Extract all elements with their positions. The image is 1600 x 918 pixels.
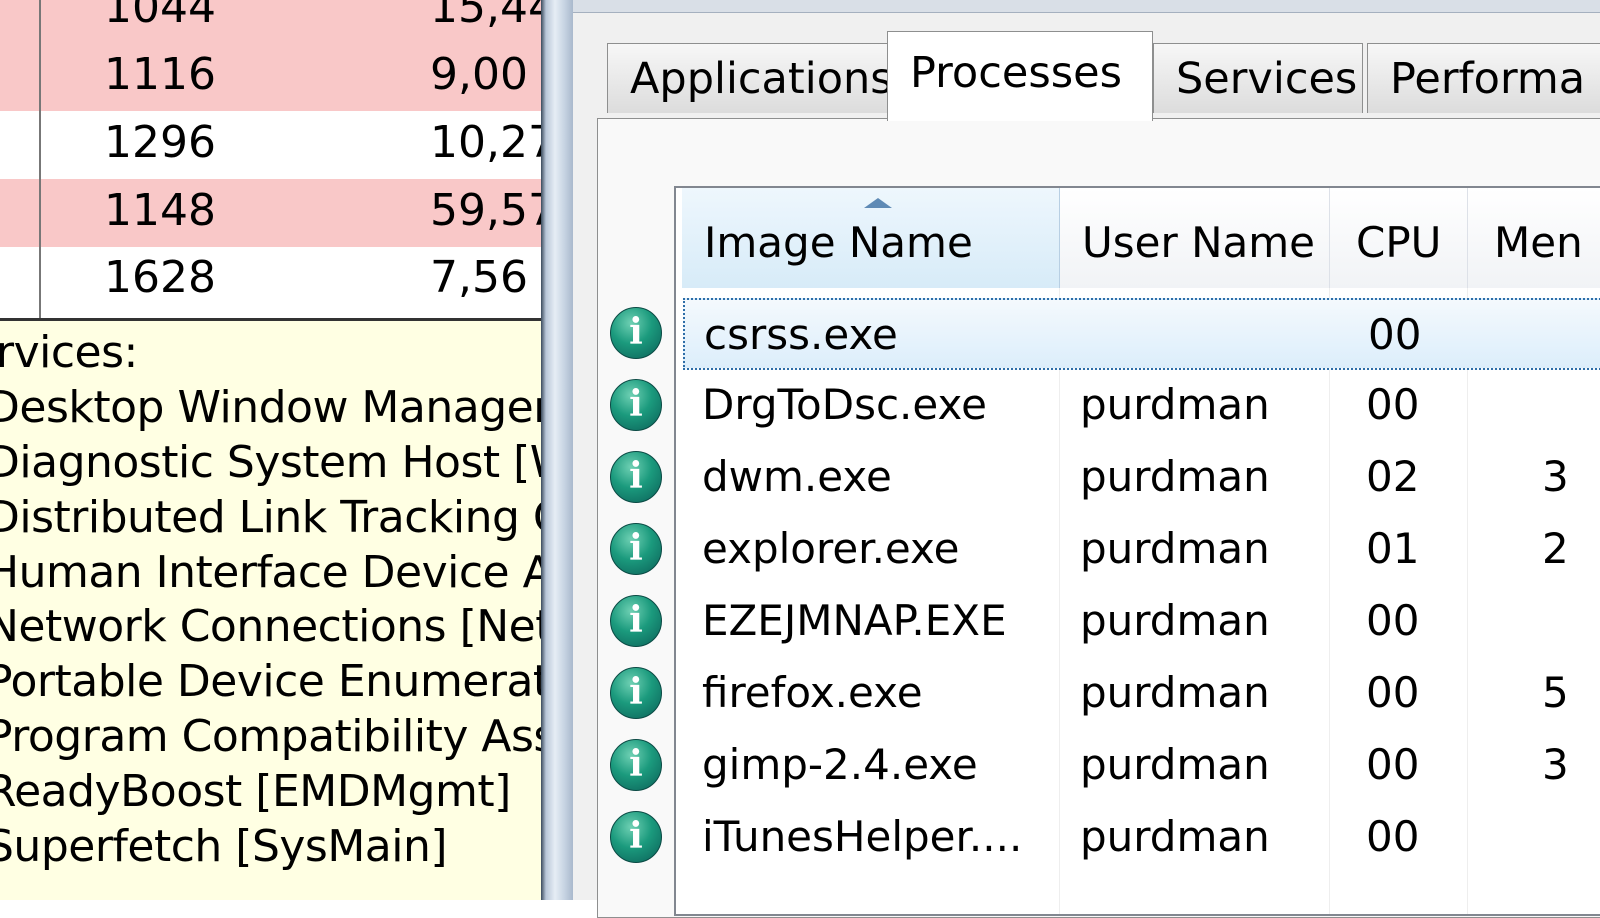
process-image-name: firefox.exe <box>702 668 923 717</box>
tooltip-line: Diagnostic System Host [Wd <box>0 437 553 488</box>
process-cpu: 00 <box>1366 812 1420 861</box>
background-window: 1044 15,44 1116 9,00 1296 10,27 1148 59,… <box>0 0 553 900</box>
list-item[interactable]: 1116 9,00 <box>0 43 553 111</box>
process-user-name: purdman <box>1080 452 1270 501</box>
pid-value: 1044 <box>104 0 216 33</box>
list-item[interactable]: 1148 59,57 <box>0 179 553 247</box>
process-cpu: 00 <box>1366 380 1420 429</box>
info-icon: i <box>610 307 662 359</box>
column-header-label: CPU <box>1356 218 1442 267</box>
info-icon: i <box>610 451 662 503</box>
info-icon: i <box>610 523 662 575</box>
memory-value: 15,44 <box>430 0 553 33</box>
window-frame-border <box>541 0 573 900</box>
info-icon: i <box>610 667 662 719</box>
column-header-cpu[interactable]: CPU <box>1330 188 1468 288</box>
list-item[interactable]: 1296 10,27 <box>0 111 553 179</box>
process-user-name: purdman <box>1080 740 1270 789</box>
list-item[interactable]: 1044 15,44 <box>0 0 553 44</box>
process-memory: 2 <box>1542 524 1569 573</box>
process-memory: 3 <box>1542 452 1569 501</box>
tooltip-heading: rvices: <box>0 327 138 378</box>
pid-value: 1628 <box>104 252 216 303</box>
tab-processes[interactable]: Processes <box>887 31 1153 121</box>
table-row[interactable]: firefox.exe purdman 00 5 <box>674 658 1600 730</box>
table-row[interactable]: explorer.exe purdman 01 2 <box>674 514 1600 586</box>
tooltip-line: Superfetch [SysMain] <box>0 821 448 872</box>
table-row[interactable]: DrgToDsc.exe purdman 00 <box>674 370 1600 442</box>
column-header-label: Image Name <box>704 218 973 267</box>
process-user-name: purdman <box>1080 596 1270 645</box>
pid-value: 1148 <box>104 185 216 236</box>
column-header-label: Men <box>1494 218 1583 267</box>
process-user-name: purdman <box>1080 524 1270 573</box>
process-user-name: purdman <box>1080 380 1270 429</box>
process-user-name: purdman <box>1080 668 1270 717</box>
process-image-name: csrss.exe <box>704 310 898 359</box>
column-header-user-name[interactable]: User Name <box>1060 188 1330 288</box>
info-icon: i <box>610 811 662 863</box>
info-icon: i <box>610 739 662 791</box>
memory-value: 7,56 <box>430 252 528 303</box>
process-memory: 3 <box>1542 740 1569 789</box>
process-image-name: iTunesHelper.... <box>702 812 1023 861</box>
process-image-name: EZEJMNAP.EXE <box>702 596 1007 645</box>
process-cpu: 00 <box>1368 310 1422 359</box>
table-row-selected[interactable]: csrss.exe 00 <box>683 298 1600 370</box>
background-process-list: 1044 15,44 1116 9,00 1296 10,27 1148 59,… <box>0 0 553 322</box>
table-row[interactable]: dwm.exe purdman 02 3 <box>674 442 1600 514</box>
tooltip-line: Portable Device Enumerator <box>0 656 553 707</box>
tab-applications[interactable]: Applications <box>607 43 893 113</box>
column-header-label: User Name <box>1082 218 1315 267</box>
process-image-name: DrgToDsc.exe <box>702 380 987 429</box>
services-tooltip: rvices: Desktop Window Manager S Diagnos… <box>0 321 553 900</box>
column-divider <box>39 0 41 320</box>
tooltip-line: Human Interface Device Ac <box>0 547 553 598</box>
process-cpu: 01 <box>1366 524 1420 573</box>
table-row[interactable]: EZEJMNAP.EXE purdman 00 <box>674 586 1600 658</box>
info-icon: i <box>610 595 662 647</box>
process-image-name: explorer.exe <box>702 524 960 573</box>
column-header-memory[interactable]: Men <box>1468 188 1600 288</box>
memory-value: 9,00 <box>430 49 528 100</box>
column-header-image-name[interactable]: Image Name <box>682 188 1060 288</box>
pid-value: 1116 <box>104 49 216 100</box>
tooltip-line: Program Compatibility Assista <box>0 711 553 762</box>
tab-performance[interactable]: Performa <box>1367 43 1600 113</box>
tooltip-line: ReadyBoost [EMDMgmt] <box>0 766 511 817</box>
tooltip-line: Desktop Window Manager S <box>0 382 553 433</box>
info-icon: i <box>610 379 662 431</box>
window-top-border <box>573 0 1600 13</box>
process-image-name: dwm.exe <box>702 452 892 501</box>
memory-value: 10,27 <box>430 117 553 168</box>
process-image-name: gimp-2.4.exe <box>702 740 978 789</box>
process-user-name: purdman <box>1080 812 1270 861</box>
sort-ascending-icon <box>864 198 892 208</box>
tooltip-line: Network Connections [Netm <box>0 601 553 652</box>
process-cpu: 02 <box>1366 452 1420 501</box>
pid-value: 1296 <box>104 117 216 168</box>
process-cpu: 00 <box>1366 668 1420 717</box>
memory-value: 59,57 <box>430 185 553 236</box>
process-memory: 5 <box>1542 668 1569 717</box>
table-row[interactable]: iTunesHelper.... purdman 00 <box>674 802 1600 874</box>
table-row[interactable]: gimp-2.4.exe purdman 00 3 <box>674 730 1600 802</box>
process-cpu: 00 <box>1366 596 1420 645</box>
tooltip-line: Distributed Link Tracking Cli <box>0 492 553 543</box>
list-item[interactable]: 1628 7,56 <box>0 246 553 314</box>
process-cpu: 00 <box>1366 740 1420 789</box>
tab-services[interactable]: Services <box>1153 43 1363 113</box>
